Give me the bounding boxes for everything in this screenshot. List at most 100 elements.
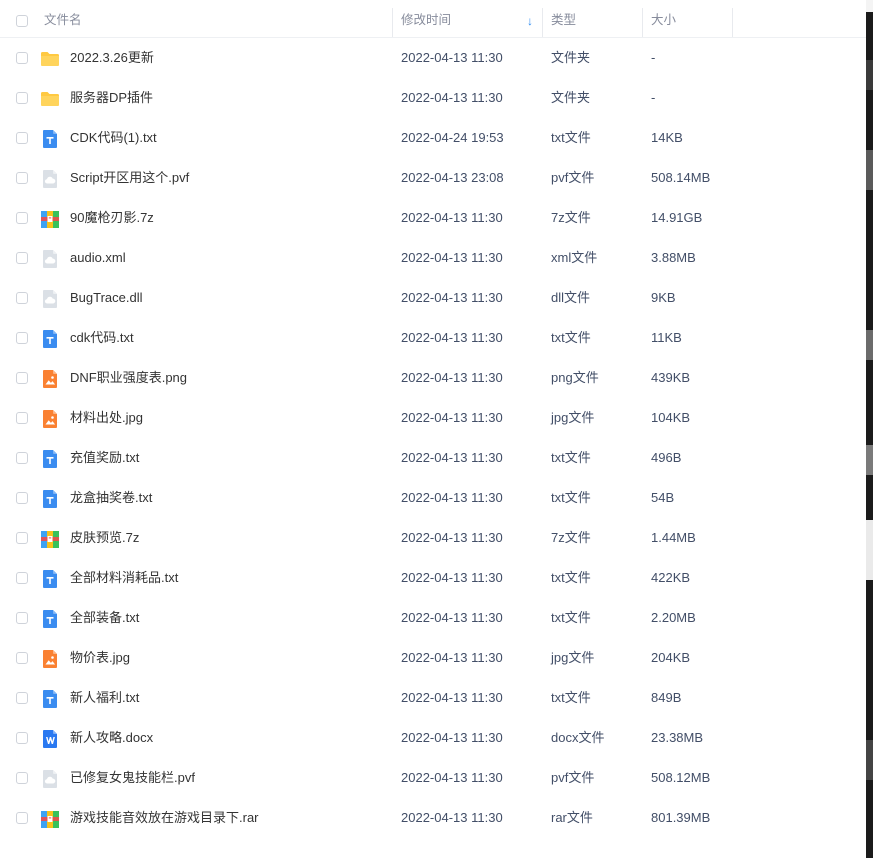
file-row[interactable]: 材料出处.jpg 2022-04-13 11:30 jpg文件 104KB [0, 398, 866, 438]
file-name[interactable]: 游戏技能音效放在游戏目录下.rar [70, 798, 259, 838]
file-modified-time: 2022-04-13 11:30 [401, 330, 503, 345]
file-name[interactable]: DNF职业强度表.png [70, 358, 187, 398]
row-checkbox[interactable] [16, 52, 28, 64]
file-type: txt文件 [551, 610, 591, 625]
file-name[interactable]: audio.xml [70, 238, 126, 278]
file-name[interactable]: BugTrace.dll [70, 278, 143, 318]
file-row[interactable]: 全部材料消耗品.txt 2022-04-13 11:30 txt文件 422KB [0, 558, 866, 598]
file-row[interactable]: DNF职业强度表.png 2022-04-13 11:30 png文件 439KB [0, 358, 866, 398]
row-checkbox[interactable] [16, 332, 28, 344]
file-row[interactable]: cdk代码.txt 2022-04-13 11:30 txt文件 11KB [0, 318, 866, 358]
column-divider[interactable] [642, 8, 643, 37]
column-divider[interactable] [542, 8, 543, 37]
file-name[interactable]: 服务器DP插件 [70, 78, 153, 118]
file-modified-time: 2022-04-13 11:30 [401, 410, 503, 425]
file-row[interactable]: audio.xml 2022-04-13 11:30 xml文件 3.88MB [0, 238, 866, 278]
row-checkbox[interactable] [16, 532, 28, 544]
txt-file-icon [40, 689, 60, 709]
file-type: txt文件 [551, 330, 591, 345]
file-row[interactable]: 物价表.jpg 2022-04-13 11:30 jpg文件 204KB [0, 638, 866, 678]
file-type: rar文件 [551, 810, 593, 825]
row-checkbox[interactable] [16, 172, 28, 184]
row-checkbox[interactable] [16, 372, 28, 384]
row-checkbox[interactable] [16, 252, 28, 264]
file-size: 14.91GB [651, 210, 703, 225]
file-row[interactable]: 新人福利.txt 2022-04-13 11:30 txt文件 849B [0, 678, 866, 718]
file-row[interactable]: 充值奖励.txt 2022-04-13 11:30 txt文件 496B [0, 438, 866, 478]
file-type: jpg文件 [551, 650, 595, 665]
row-checkbox[interactable] [16, 612, 28, 624]
image-file-icon [40, 409, 60, 429]
row-checkbox[interactable] [16, 692, 28, 704]
sort-desc-icon[interactable]: ↓ [527, 4, 533, 37]
file-row[interactable]: 全部装备.txt 2022-04-13 11:30 txt文件 2.20MB [0, 598, 866, 638]
file-name[interactable]: 90魔枪刃影.7z [70, 198, 154, 238]
file-name[interactable]: 新人攻略.docx [70, 718, 153, 758]
file-name[interactable]: 新人福利.txt [70, 678, 139, 718]
row-checkbox[interactable] [16, 652, 28, 664]
file-row[interactable]: Script开区用这个.pvf 2022-04-13 23:08 pvf文件 508.… [0, 158, 866, 198]
file-size: 11KB [651, 330, 682, 345]
row-checkbox[interactable] [16, 292, 28, 304]
file-type: pvf文件 [551, 170, 595, 185]
txt-file-icon [40, 609, 60, 629]
file-name[interactable]: 全部材料消耗品.txt [70, 558, 178, 598]
file-name[interactable]: CDK代码(1).txt [70, 118, 157, 158]
file-name[interactable]: 物价表.jpg [70, 638, 130, 678]
file-name[interactable]: 材料出处.jpg [70, 398, 143, 438]
row-checkbox[interactable] [16, 92, 28, 104]
row-checkbox[interactable] [16, 572, 28, 584]
file-list: 文件名 修改时间 ↓ 类型 大小 2022.3.26更新 2022-04-13 1… [0, 0, 866, 858]
file-row[interactable]: 2022.3.26更新 2022-04-13 11:30 文件夹 - [0, 38, 866, 78]
file-size: - [651, 50, 656, 65]
row-checkbox[interactable] [16, 212, 28, 224]
file-row[interactable]: 90魔枪刃影.7z 2022-04-13 11:30 7z文件 14.91GB [0, 198, 866, 238]
file-name[interactable]: 全部装备.txt [70, 598, 139, 638]
right-window-edge [866, 0, 873, 858]
txt-file-icon [40, 489, 60, 509]
column-divider[interactable] [392, 8, 393, 37]
column-divider[interactable] [732, 8, 733, 37]
file-list-header: 文件名 修改时间 ↓ 类型 大小 [0, 4, 866, 38]
file-name[interactable]: 皮肤预览.7z [70, 518, 139, 558]
row-checkbox[interactable] [16, 412, 28, 424]
folder-icon [40, 89, 60, 109]
row-checkbox[interactable] [16, 452, 28, 464]
file-name[interactable]: Script开区用这个.pvf [70, 158, 189, 198]
file-type: txt文件 [551, 130, 591, 145]
file-row[interactable]: CDK代码(1).txt 2022-04-24 19:53 txt文件 14KB [0, 118, 866, 158]
file-name[interactable]: cdk代码.txt [70, 318, 134, 358]
row-checkbox[interactable] [16, 772, 28, 784]
file-name[interactable]: 2022.3.26更新 [70, 38, 154, 78]
header-size[interactable]: 大小 [651, 4, 676, 37]
file-row[interactable]: 游戏技能音效放在游戏目录下.rar 2022-04-13 11:30 rar文件 80… [0, 798, 866, 838]
file-row[interactable]: 皮肤预览.7z 2022-04-13 11:30 7z文件 1.44MB [0, 518, 866, 558]
header-name[interactable]: 文件名 [44, 4, 82, 37]
file-modified-time: 2022-04-13 11:30 [401, 90, 503, 105]
file-name[interactable]: 充值奖励.txt [70, 438, 139, 478]
row-checkbox[interactable] [16, 492, 28, 504]
file-type: 7z文件 [551, 210, 591, 225]
file-row[interactable]: 服务器DP插件 2022-04-13 11:30 文件夹 - [0, 78, 866, 118]
file-type: docx文件 [551, 730, 605, 745]
row-checkbox[interactable] [16, 132, 28, 144]
file-row[interactable]: BugTrace.dll 2022-04-13 11:30 dll文件 9KB [0, 278, 866, 318]
row-checkbox[interactable] [16, 732, 28, 744]
file-modified-time: 2022-04-13 11:30 [401, 650, 503, 665]
file-modified-time: 2022-04-13 11:30 [401, 50, 503, 65]
file-modified-time: 2022-04-13 11:30 [401, 770, 503, 785]
file-row[interactable]: 已修复女鬼技能栏.pvf 2022-04-13 11:30 pvf文件 508.12M… [0, 758, 866, 798]
file-row[interactable]: 新人攻略.docx 2022-04-13 11:30 docx文件 23.38MB [0, 718, 866, 758]
file-type: txt文件 [551, 490, 591, 505]
header-modified-time[interactable]: 修改时间 [401, 4, 451, 37]
header-type[interactable]: 类型 [551, 4, 576, 37]
row-checkbox[interactable] [16, 812, 28, 824]
file-modified-time: 2022-04-13 11:30 [401, 810, 503, 825]
file-row[interactable]: 龙盒抽奖卷.txt 2022-04-13 11:30 txt文件 54B [0, 478, 866, 518]
file-size: 508.14MB [651, 170, 711, 185]
file-name[interactable]: 龙盒抽奖卷.txt [70, 478, 152, 518]
select-all-checkbox[interactable] [16, 15, 28, 27]
file-name[interactable]: 已修复女鬼技能栏.pvf [70, 758, 195, 798]
file-type: txt文件 [551, 570, 591, 585]
file-size: 422KB [651, 570, 691, 585]
